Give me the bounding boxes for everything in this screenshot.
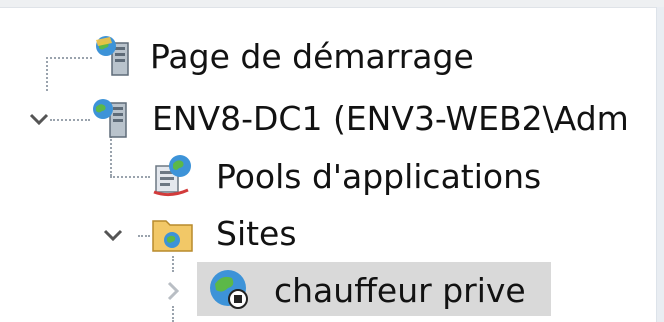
- tree-line: [46, 57, 48, 91]
- connections-tree: Page de démarrage ENV8-DC1 (ENV3-WEB2\Ad…: [0, 0, 664, 322]
- website-globe-icon: [210, 270, 248, 309]
- sites-folder-icon: [152, 220, 193, 252]
- tree-line: [50, 119, 90, 121]
- tree-item-label: chauffeur prive: [274, 270, 526, 310]
- tree-item-label: Pools d'applications: [216, 156, 542, 196]
- tree-line: [172, 306, 174, 322]
- tree-item-app-pools[interactable]: Pools d'applications: [150, 148, 541, 204]
- tree-line: [110, 176, 150, 178]
- chevron-right-icon[interactable]: [158, 276, 188, 306]
- server-icon: [93, 99, 127, 138]
- tree-item-start-page[interactable]: Page de démarrage: [92, 28, 474, 84]
- tree-line: [138, 235, 150, 237]
- start-page-icon: [96, 36, 129, 76]
- tree-item-server[interactable]: ENV8-DC1 (ENV3-WEB2\Adm: [90, 90, 629, 146]
- tree-line: [46, 57, 92, 59]
- tree-item-label: Sites: [216, 213, 297, 253]
- chevron-down-icon[interactable]: [24, 104, 54, 134]
- app-pools-icon: [153, 155, 191, 197]
- tree-item-website[interactable]: chauffeur prive: [206, 262, 526, 318]
- tree-item-label: Page de démarrage: [150, 36, 474, 76]
- tree-item-label: ENV8-DC1 (ENV3-WEB2\Adm: [152, 98, 629, 138]
- chevron-down-icon[interactable]: [98, 220, 128, 250]
- tree-item-sites[interactable]: Sites: [150, 205, 297, 261]
